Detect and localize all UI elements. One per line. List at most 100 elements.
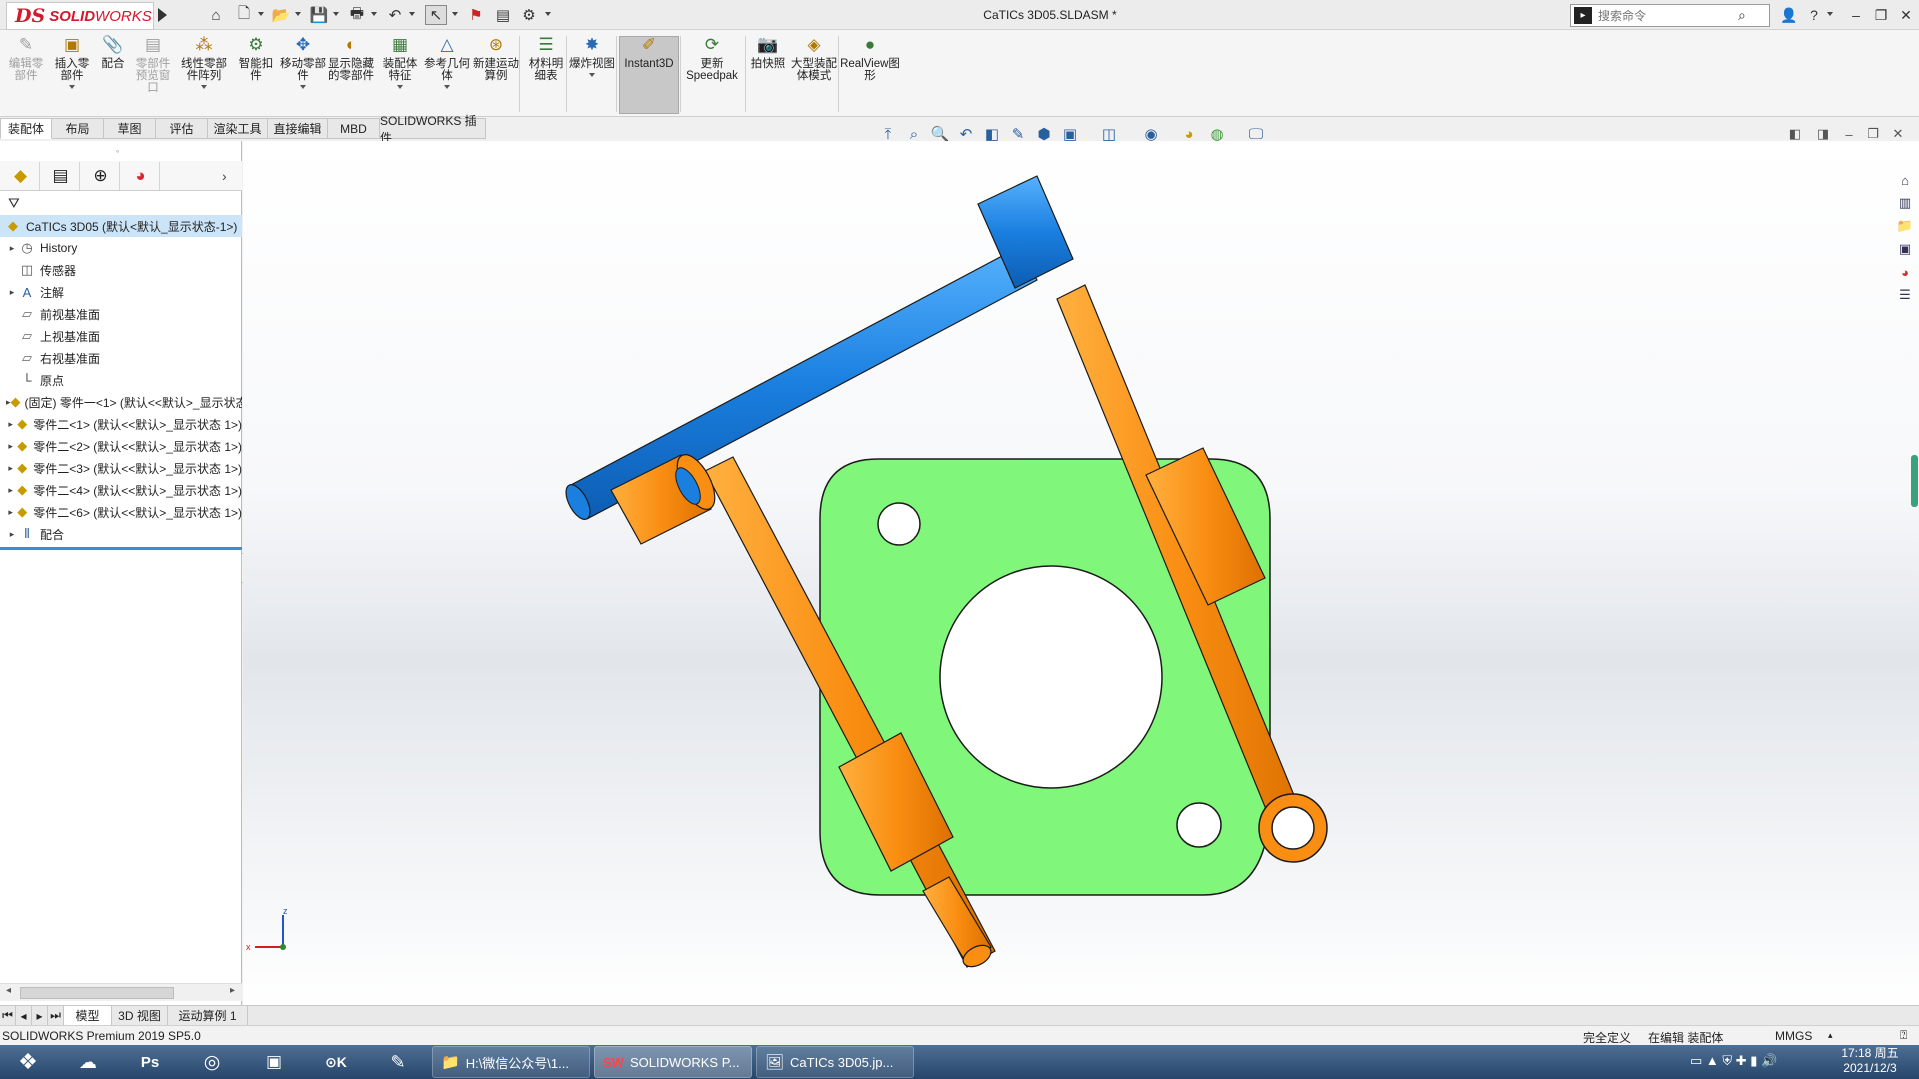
expand-arrow-icon[interactable]: ▸ bbox=[6, 419, 15, 430]
tab-motion-study[interactable]: 运动算例 1 bbox=[168, 1006, 248, 1025]
ok-app-icon[interactable]: ⊙K bbox=[314, 1046, 358, 1078]
update-speedpak-button[interactable]: ⟳ 更新Speedpak bbox=[681, 34, 743, 114]
help-dropdown-icon[interactable] bbox=[1827, 12, 1833, 16]
save-dropdown-icon[interactable] bbox=[333, 12, 339, 16]
tree-item-plane[interactable]: ▱ 上视基准面 bbox=[0, 325, 242, 347]
new-dropdown-icon[interactable] bbox=[258, 12, 264, 16]
expand-arrow-icon[interactable]: ▸ bbox=[6, 243, 18, 254]
tree-item-part[interactable]: ▸ ◆ 零件二<3> (默认<<默认>_显示状态 1>) bbox=[0, 457, 242, 479]
scroll-left-icon[interactable]: ◂ bbox=[6, 985, 11, 996]
rollback-bar[interactable] bbox=[0, 547, 242, 550]
expand-arrow-icon[interactable]: ▸ bbox=[6, 441, 15, 452]
tab-first-icon[interactable]: ⏮ bbox=[0, 1006, 16, 1025]
assembly-model[interactable] bbox=[243, 141, 1919, 1007]
new-document-icon[interactable]: 🗋 bbox=[233, 5, 255, 25]
browser-icon[interactable]: ◎ bbox=[190, 1046, 234, 1078]
tree-hscroll-thumb[interactable] bbox=[20, 987, 174, 999]
help-icon[interactable]: ? bbox=[1803, 4, 1825, 26]
undo-dropdown-icon[interactable] bbox=[409, 12, 415, 16]
component-preview-button[interactable]: ▤ 零部件预览窗口 bbox=[132, 34, 174, 114]
open-dropdown-icon[interactable] bbox=[295, 12, 301, 16]
file-explorer-icon[interactable]: 📁 bbox=[1894, 216, 1916, 236]
tree-item-plane[interactable]: ▱ 右视基准面 bbox=[0, 347, 242, 369]
exploded-view-button[interactable]: ✸ 爆炸视图 bbox=[568, 34, 616, 114]
linear-pattern-button[interactable]: ⁂ 线性零部件阵列 bbox=[176, 34, 232, 114]
tab-last-icon[interactable]: ⏭ bbox=[48, 1006, 64, 1025]
appearances-icon[interactable]: ◕ bbox=[1894, 262, 1916, 282]
configuration-manager-tab-icon[interactable]: ⊕ bbox=[82, 162, 120, 190]
realview-button[interactable]: ● RealView图形 bbox=[840, 34, 900, 114]
close-icon[interactable]: ✕ bbox=[1895, 4, 1917, 26]
tree-item-plane[interactable]: ▱ 前视基准面 bbox=[0, 303, 242, 325]
system-clock[interactable]: 17:18 周五 2021/12/3 bbox=[1830, 1046, 1910, 1078]
tree-root-assembly[interactable]: ◆ CaTICs 3D05 (默认<默认_显示状态-1>) bbox=[0, 215, 242, 237]
tab-1[interactable]: 布局 bbox=[52, 118, 104, 139]
tree-item-sensor[interactable]: ◫ 传感器 bbox=[0, 259, 242, 281]
print-dropdown-icon[interactable] bbox=[371, 12, 377, 16]
print-icon[interactable]: 🖶 bbox=[346, 5, 368, 25]
insert-component-button[interactable]: ▣ 插入零部件 bbox=[50, 34, 94, 114]
assembly-features-button[interactable]: ▦ 装配体特征 bbox=[378, 34, 422, 114]
tab-next-icon[interactable]: ▸ bbox=[32, 1006, 48, 1025]
taskbar-window-explorer[interactable]: 📁 H:\微信公众号\1... bbox=[432, 1046, 590, 1078]
large-assembly-button[interactable]: ◈ 大型装配体模式 bbox=[790, 34, 838, 114]
assembly-features-dropdown-icon[interactable] bbox=[397, 85, 403, 89]
search-box[interactable]: ▸ ⌕ bbox=[1570, 4, 1770, 27]
move-component-button[interactable]: ✥ 移动零部件 bbox=[280, 34, 326, 114]
tray-icons[interactable]: ▭ ▲ ⛨ ✚ ▮ 🔊 bbox=[1690, 1053, 1777, 1069]
menu-expand-icon[interactable] bbox=[158, 8, 167, 22]
tree-item-part[interactable]: ▸ ◆ 零件二<1> (默认<<默认>_显示状态 1>) bbox=[0, 413, 242, 435]
options-dropdown-icon[interactable] bbox=[545, 12, 551, 16]
design-library-icon[interactable]: ▥ bbox=[1894, 193, 1916, 213]
viewport-vscroll-thumb[interactable] bbox=[1911, 455, 1918, 507]
options-gear-icon[interactable]: ⚙ bbox=[518, 5, 540, 25]
exploded-view-dropdown-icon[interactable] bbox=[589, 73, 595, 77]
expand-arrow-icon[interactable]: ▸ bbox=[6, 485, 15, 496]
open-icon[interactable]: 📂 bbox=[270, 5, 292, 25]
smart-fasteners-button[interactable]: ⚙ 智能扣件 bbox=[234, 34, 278, 114]
tree-item-part[interactable]: ▸◆(固定) 零件一<1> (默认<<默认>_显示状态 1>) bbox=[0, 391, 242, 413]
paint-app-icon[interactable]: ✎ bbox=[376, 1046, 420, 1078]
graphics-area[interactable]: z x bbox=[243, 141, 1919, 1007]
display-manager-tab-icon[interactable]: ◕ bbox=[122, 162, 160, 190]
minimize-icon[interactable]: – bbox=[1845, 4, 1867, 26]
tree-item-part[interactable]: ▸ ◆ 零件二<6> (默认<<默认>_显示状态 1>) bbox=[0, 501, 242, 523]
tree-item-part[interactable]: ▸ ◆ 零件二<2> (默认<<默认>_显示状态 1>) bbox=[0, 435, 242, 457]
instant3d-button[interactable]: ✐ Instant3D bbox=[619, 34, 679, 114]
status-help-icon[interactable]: ⍰ bbox=[1900, 1028, 1907, 1043]
photoshop-icon[interactable]: Ps bbox=[128, 1046, 172, 1078]
undo-icon[interactable]: ↶ bbox=[384, 5, 406, 25]
linear-pattern-dropdown-icon[interactable] bbox=[201, 85, 207, 89]
pane-grip-icon[interactable]: ◦ bbox=[116, 146, 119, 156]
tab-7[interactable]: SOLIDWORKS 插件 bbox=[380, 114, 486, 145]
start-button-icon[interactable]: ❖ bbox=[6, 1046, 50, 1078]
units-up-icon[interactable]: ▴ bbox=[1828, 1030, 1833, 1041]
reference-geometry-dropdown-icon[interactable] bbox=[444, 85, 450, 89]
tab-3d-view[interactable]: 3D 视图 bbox=[112, 1006, 168, 1025]
move-component-dropdown-icon[interactable] bbox=[300, 85, 306, 89]
bom-button[interactable]: ☰ 材料明细表 bbox=[524, 34, 568, 114]
tab-5[interactable]: 直接编辑 bbox=[268, 118, 328, 139]
tab-2[interactable]: 草图 bbox=[104, 118, 156, 139]
edit-component-button[interactable]: ✎ 编辑零部件 bbox=[4, 34, 48, 114]
view-palette-icon[interactable]: ▣ bbox=[1894, 239, 1916, 259]
select-dropdown-icon[interactable] bbox=[452, 12, 458, 16]
tree-item-annotation[interactable]: ▸ A 注解 bbox=[0, 281, 242, 303]
taskbar-window-solidworks[interactable]: SW SOLIDWORKS P... bbox=[594, 1046, 752, 1078]
tree-item-mates[interactable]: ▸ ⫴ 配合 bbox=[0, 523, 242, 545]
expand-arrow-icon[interactable]: ▸ bbox=[6, 507, 15, 518]
reference-geometry-button[interactable]: △ 参考几何体 bbox=[424, 34, 470, 114]
scroll-right-icon[interactable]: ▸ bbox=[230, 985, 235, 996]
tree-item-origin[interactable]: └ 原点 bbox=[0, 369, 242, 391]
insert-component-dropdown-icon[interactable] bbox=[69, 85, 75, 89]
tab-6[interactable]: MBD bbox=[328, 118, 380, 139]
rebuild-icon[interactable]: ⚑ bbox=[465, 5, 487, 25]
restore-icon[interactable]: ❐ bbox=[1870, 4, 1892, 26]
file-properties-icon[interactable]: ▤ bbox=[492, 5, 514, 25]
unit-system[interactable]: MMGS bbox=[1775, 1029, 1812, 1043]
tab-0[interactable]: 装配体 bbox=[0, 118, 52, 139]
mate-button[interactable]: 📎 配合 bbox=[95, 34, 131, 114]
select-icon[interactable]: ↖ bbox=[425, 5, 447, 25]
search-input[interactable] bbox=[1596, 7, 1736, 24]
tab-prev-icon[interactable]: ◂ bbox=[16, 1006, 32, 1025]
